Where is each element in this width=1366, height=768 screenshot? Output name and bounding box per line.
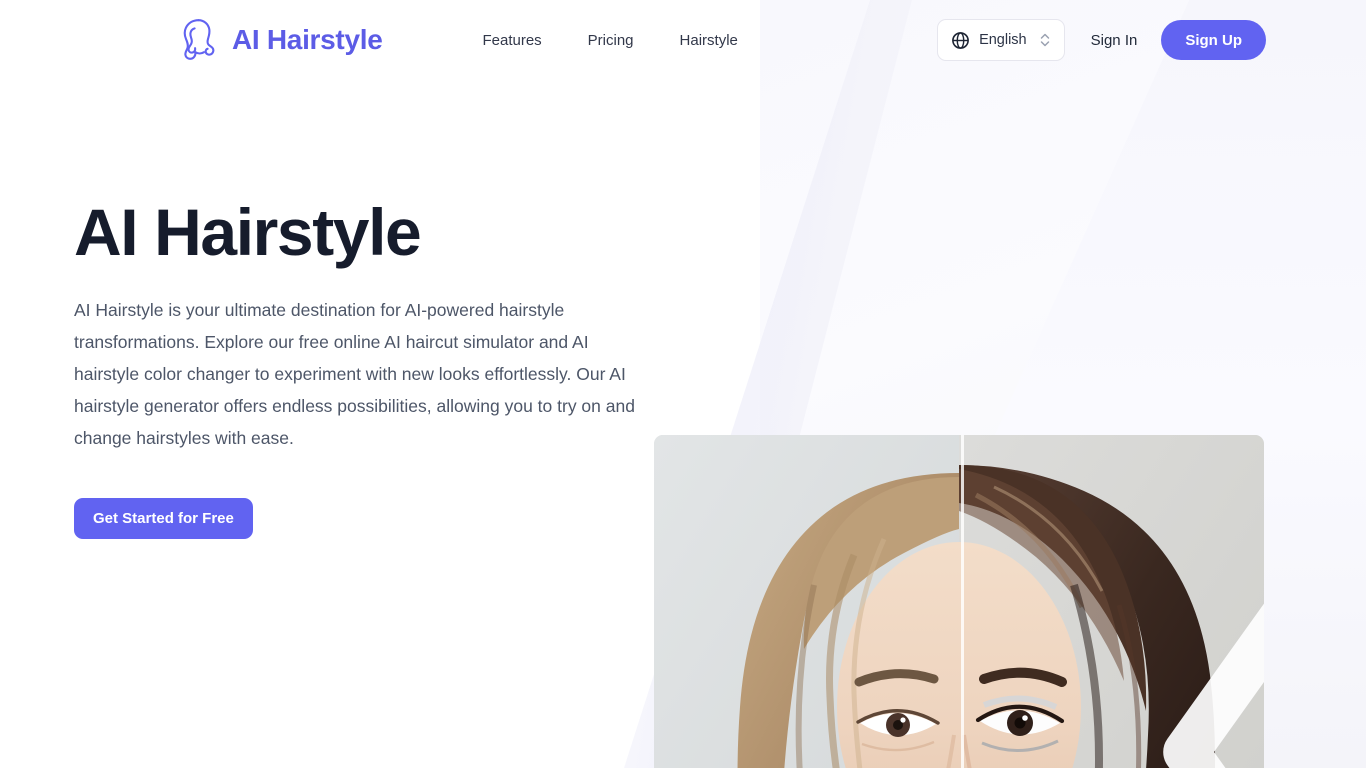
nav-item-pricing[interactable]: Pricing xyxy=(588,32,634,49)
chevron-up-down-icon[interactable] xyxy=(1036,31,1051,49)
chevron-left-icon[interactable] xyxy=(941,512,1264,768)
hairstyle-head-icon xyxy=(178,17,218,63)
language-selected-value: English xyxy=(979,32,1027,48)
brand-name: AI Hairstyle xyxy=(232,24,383,55)
before-after-hairstyle-slider[interactable] xyxy=(654,435,1264,768)
get-started-button[interactable]: Get Started for Free xyxy=(74,497,253,539)
page-root: AI Hairstyle Features Pricing Hairstyle … xyxy=(0,0,1366,768)
hero-section: AI Hairstyle AI Hairstyle is your ultima… xyxy=(0,80,1366,768)
nav-item-features[interactable]: Features xyxy=(482,32,541,49)
site-header: AI Hairstyle Features Pricing Hairstyle … xyxy=(0,0,1366,80)
comparison-divider-handle[interactable] xyxy=(961,435,1264,768)
header-actions: English Sign In Sign Up xyxy=(937,19,1266,61)
sign-in-link[interactable]: Sign In xyxy=(1091,32,1138,49)
hero-copy: AI Hairstyle AI Hairstyle is your ultima… xyxy=(74,80,644,539)
nav-item-hairstyle[interactable]: Hairstyle xyxy=(680,32,738,49)
main-navigation: Features Pricing Hairstyle xyxy=(482,32,737,49)
sign-up-button[interactable]: Sign Up xyxy=(1161,20,1266,60)
page-title: AI Hairstyle xyxy=(74,195,422,269)
hero-subtitle: AI Hairstyle is your ultimate destinatio… xyxy=(74,299,635,448)
brand-logo[interactable]: AI Hairstyle xyxy=(178,17,383,63)
globe-icon xyxy=(951,31,970,50)
language-selector[interactable]: English xyxy=(937,19,1065,61)
comparison-arrows xyxy=(941,603,1264,768)
